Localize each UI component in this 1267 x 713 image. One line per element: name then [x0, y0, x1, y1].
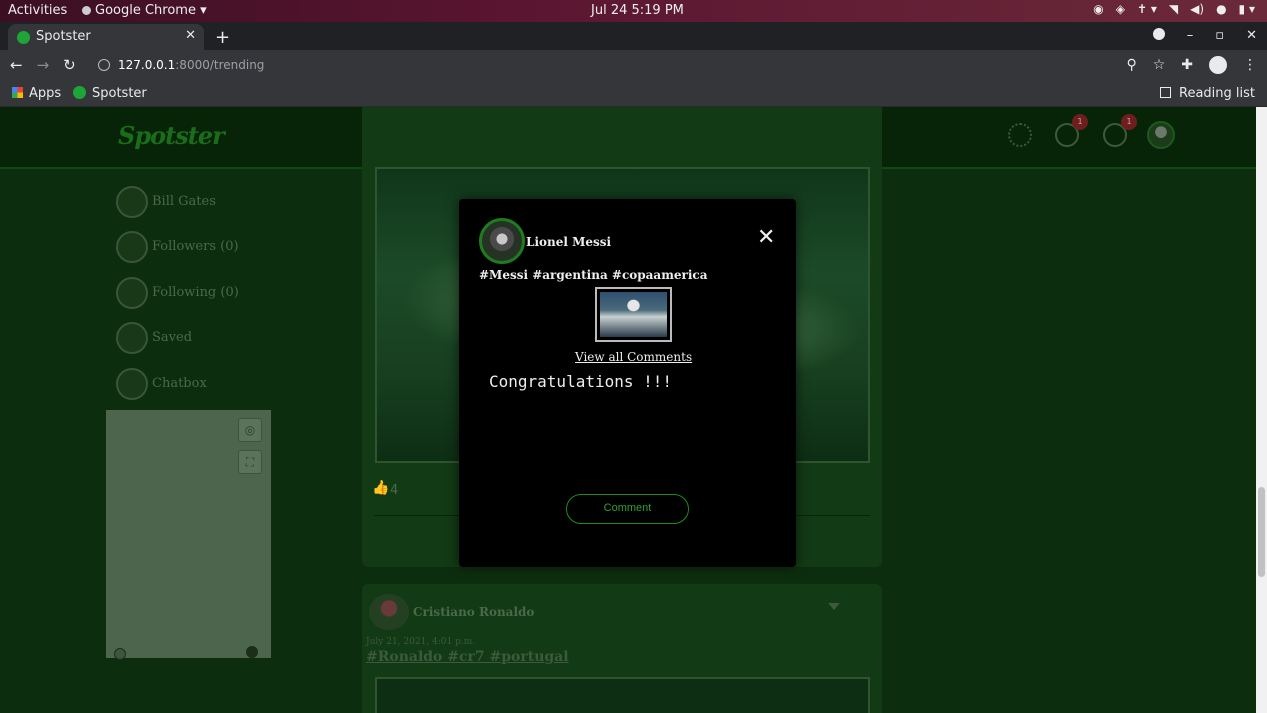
bookmark-spotster[interactable]: Spotster — [73, 86, 147, 101]
feed-post: Cristiano Ronaldo July 21, 2021, 4:01 p.… — [362, 584, 882, 713]
forward-button[interactable]: → — [37, 56, 50, 74]
chat-icon — [116, 368, 148, 400]
menu-kebab-icon[interactable]: ⋮ — [1243, 57, 1257, 73]
bookmark-star-icon[interactable]: ☆ — [1153, 57, 1166, 73]
sidebar-item-label: Followers (0) — [152, 239, 239, 254]
app-menu-label: Google Chrome — [95, 3, 196, 18]
os-top-bar: Activities Google Chrome ▾ Jul 24 5:19 P… — [0, 0, 1267, 22]
close-tab-icon[interactable]: ✕ — [185, 28, 196, 43]
nav-buttons: ← → ↻ — [10, 56, 76, 74]
sidebar-item-label: Bill Gates — [152, 194, 216, 209]
minimize-button[interactable]: – — [1187, 28, 1194, 43]
reading-list-icon — [1160, 87, 1171, 98]
bookmark-spotster-label: Spotster — [92, 86, 147, 101]
tab-title: Spotster — [36, 29, 91, 44]
url-host: 127.0.0.1 — [118, 58, 176, 72]
author-avatar[interactable] — [369, 594, 409, 630]
post-author[interactable]: Cristiano Ronaldo — [413, 605, 534, 619]
post-modal: Lionel Messi ✕ #Messi #argentina #copaam… — [459, 199, 796, 567]
messages-badge: 1 — [1072, 114, 1088, 130]
sidebar-item-label: Following (0) — [152, 285, 239, 300]
locate-icon[interactable]: ◎ — [238, 418, 262, 442]
new-tab-button[interactable]: + — [215, 27, 230, 48]
user-avatar-icon — [116, 186, 148, 218]
spotster-favicon-icon — [73, 86, 86, 99]
site-info-icon[interactable] — [98, 59, 110, 71]
app-menu[interactable]: Google Chrome ▾ — [82, 3, 207, 18]
reload-button[interactable]: ↻ — [63, 56, 76, 74]
url-field[interactable]: 127.0.0.1:8000/trending — [118, 58, 264, 72]
close-icon[interactable]: ✕ — [757, 227, 775, 249]
system-tray[interactable]: ◉ ◈ ✝ ▾ ◥ ◀) ● ▮ ▾ — [1093, 2, 1255, 16]
post-options-chevron-down-icon[interactable] — [828, 603, 840, 610]
theme-sun-icon[interactable] — [1008, 123, 1032, 147]
tab-strip: Spotster ✕ — [0, 22, 1267, 50]
modal-post-thumbnail[interactable] — [595, 287, 672, 342]
bookmark-icon — [116, 322, 148, 354]
page-content: Spotster ⌂ ▶ ↗ ✧ 1 1 Bill Gates Follower… — [0, 107, 1256, 713]
clock[interactable]: Jul 24 5:19 PM — [591, 3, 684, 18]
bookmark-apps-label: Apps — [29, 86, 62, 101]
followers-icon — [116, 231, 148, 263]
maximize-button[interactable]: ▫ — [1215, 28, 1224, 43]
modal-author-name[interactable]: Lionel Messi — [526, 235, 611, 249]
reading-list-button[interactable]: Reading list — [1160, 86, 1255, 101]
scrollbar-thumb[interactable] — [1258, 487, 1265, 577]
fullscreen-icon[interactable]: ⛶ — [238, 450, 262, 474]
like-count: 4 — [390, 483, 399, 498]
window-controls: – ▫ ✕ — [1152, 28, 1257, 43]
accessibility-icon[interactable]: ✝ ▾ — [1137, 2, 1157, 16]
post-date: July 21, 2021, 4:01 p.m. — [366, 637, 476, 647]
volume-icon[interactable]: ◀) — [1190, 2, 1204, 16]
comment-button[interactable]: Comment — [566, 494, 689, 524]
activities-button[interactable]: Activities — [8, 3, 67, 18]
bookmark-apps[interactable]: Apps — [12, 86, 61, 101]
user-avatar[interactable] — [1147, 121, 1175, 149]
back-button[interactable]: ← — [10, 56, 23, 74]
thumbs-up-icon[interactable]: 👍 — [372, 480, 389, 496]
page-scrollbar[interactable] — [1256, 107, 1267, 713]
extensions-icon[interactable]: ✚ — [1181, 57, 1193, 73]
tab-search-icon[interactable] — [1152, 28, 1165, 40]
post-image[interactable] — [375, 677, 870, 713]
spotster-favicon-icon — [17, 31, 30, 44]
location-icon[interactable]: ⚲ — [1126, 57, 1136, 73]
wifi-icon[interactable]: ◥ — [1169, 2, 1178, 16]
reading-list-label: Reading list — [1179, 86, 1255, 101]
post-tags[interactable]: #Ronaldo #cr7 #portugal — [366, 649, 569, 665]
modal-tags: #Messi #argentina #copaamerica — [479, 268, 708, 282]
thumbnail-image — [600, 292, 667, 337]
map-info-icon[interactable] — [246, 646, 258, 658]
view-all-comments-link[interactable]: View all Comments — [575, 350, 692, 364]
author-avatar[interactable] — [479, 218, 525, 264]
url-path: :8000/trending — [175, 58, 265, 72]
mic-icon[interactable]: ● — [1216, 2, 1226, 16]
map-attribution-logo-icon — [114, 648, 126, 660]
discord-icon[interactable]: ◉ — [1093, 2, 1103, 16]
apps-grid-icon — [12, 87, 23, 98]
notifications-badge: 1 — [1121, 114, 1137, 130]
address-bar-row: ← → ↻ 127.0.0.1:8000/trending ⚲ ☆ ✚ ⋮ — [0, 50, 1267, 82]
sidebar-item-label: Saved — [152, 330, 193, 345]
chrome-icon — [82, 6, 91, 15]
tab-spotster[interactable]: Spotster ✕ — [8, 24, 204, 50]
map-widget[interactable]: ◎ ⛶ — [106, 410, 271, 660]
close-window-button[interactable]: ✕ — [1246, 28, 1257, 43]
following-icon — [116, 277, 148, 309]
shield-icon[interactable]: ◈ — [1116, 2, 1125, 16]
battery-icon[interactable]: ▮ ▾ — [1239, 2, 1255, 16]
sidebar-item-label: Chatbox — [152, 376, 207, 391]
toolbar-right: ⚲ ☆ ✚ ⋮ — [1126, 56, 1257, 74]
profile-icon[interactable] — [1209, 56, 1227, 74]
comment-text: Congratulations !!! — [489, 372, 673, 391]
bookmarks-bar: Apps Spotster Reading list — [0, 82, 1267, 107]
site-logo[interactable]: Spotster — [118, 121, 225, 150]
